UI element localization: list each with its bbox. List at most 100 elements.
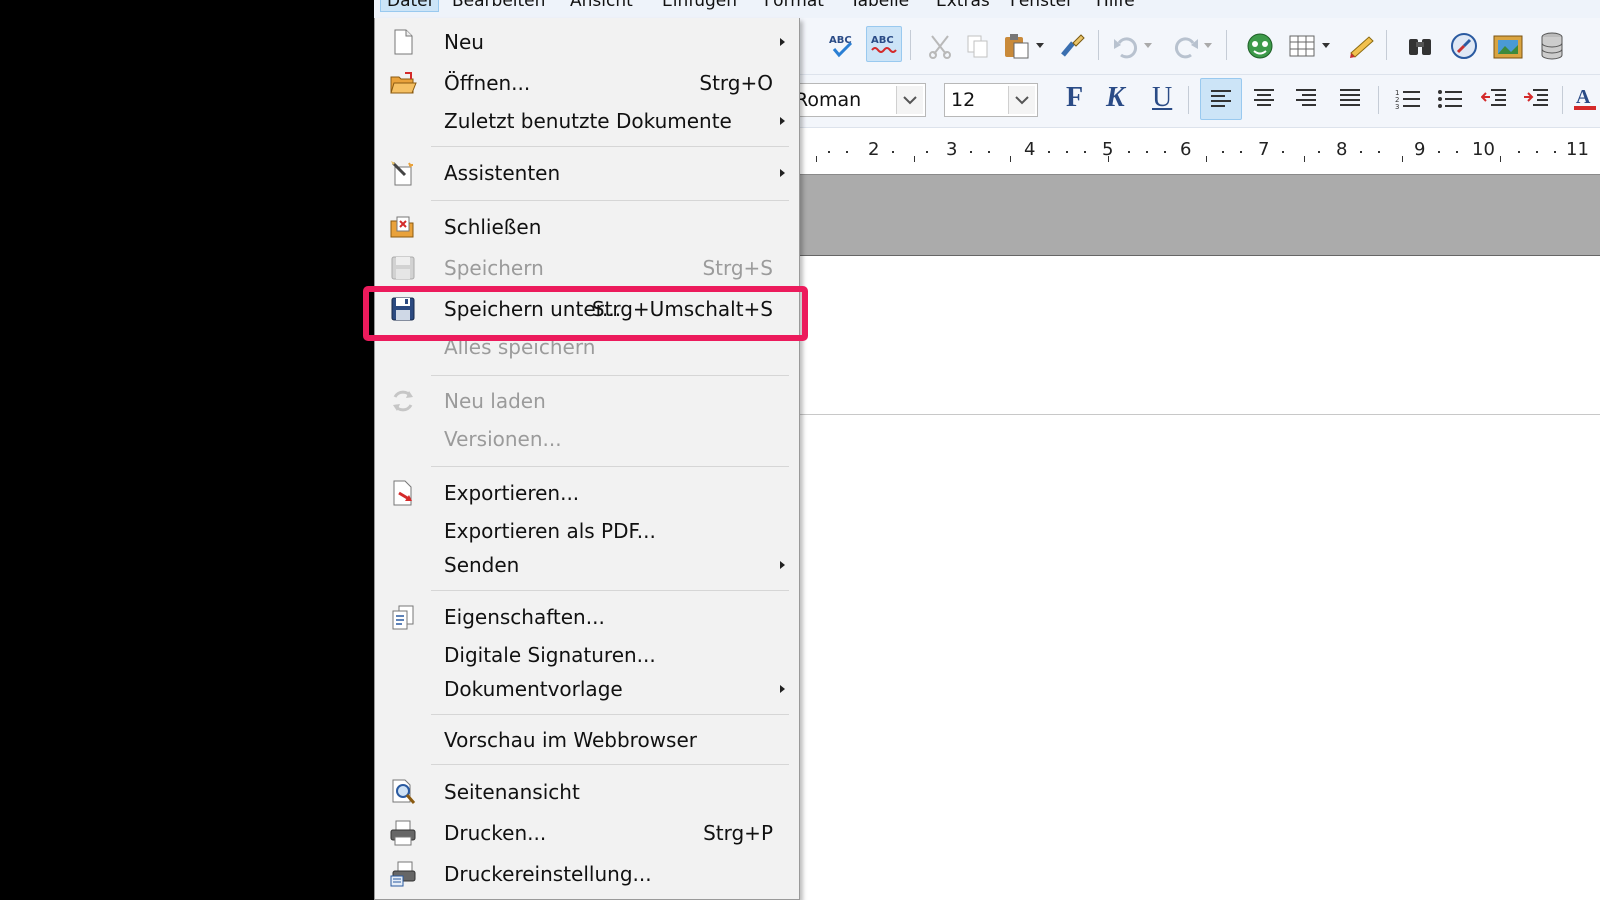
ruler-tick [816, 156, 817, 162]
close-document-icon [390, 216, 414, 238]
chevron-down-icon[interactable] [1008, 86, 1035, 114]
find-icon[interactable] [1402, 28, 1438, 64]
menu-item-assistenten[interactable]: Assistenten [375, 154, 799, 192]
database-icon[interactable] [1534, 28, 1570, 64]
draw-icon[interactable] [1344, 28, 1380, 64]
ruler-dot [828, 151, 830, 153]
image-icon[interactable] [1490, 28, 1526, 64]
clone-format-icon[interactable] [1054, 28, 1090, 64]
menu-bearbeiten[interactable]: Bearbeiten [452, 0, 545, 11]
font-name-value: Roman [795, 89, 862, 111]
page-preview-icon [392, 779, 416, 804]
spellcheck-icon[interactable]: ABC [824, 28, 860, 64]
table-icon[interactable] [1284, 28, 1320, 64]
submenu-arrow-icon [780, 561, 785, 569]
italic-button[interactable]: K [1106, 82, 1125, 114]
menu-item-zuletzt-benutzte-dokumente[interactable]: Zuletzt benutzte Dokumente [375, 102, 799, 140]
menu-hilfe[interactable]: Hilfe [1096, 0, 1135, 11]
menu-datei[interactable]: Datei [380, 0, 440, 12]
navigator-icon[interactable] [1242, 28, 1278, 64]
highlight-box [363, 286, 808, 341]
menu-item-schliessen[interactable]: Schließen [375, 208, 799, 246]
submenu-arrow-icon [780, 117, 785, 125]
standard-toolbar: ABC ABC [798, 18, 1600, 75]
menu-item-label: Dokumentvorlage [444, 677, 623, 701]
ruler-tick [1010, 156, 1011, 162]
menu-item-shortcut: Strg+P [703, 821, 773, 845]
menu-einfuegen[interactable]: Einfügen [662, 0, 737, 11]
font-name-combo[interactable]: Roman [788, 83, 926, 117]
bold-button[interactable]: F [1066, 82, 1083, 114]
ruler-number: 9 [1414, 139, 1426, 160]
ruler-number: 6 [1180, 139, 1192, 160]
menu-item-label: Druckereinstellung... [444, 862, 652, 886]
autospellcheck-icon[interactable]: ABC [866, 26, 902, 62]
menu-fenster[interactable]: Fenster [1010, 0, 1073, 11]
menu-tabelle[interactable]: Tabelle [850, 0, 909, 11]
menu-item-neu[interactable]: Neu [375, 23, 799, 61]
export-icon [393, 480, 412, 506]
horizontal-ruler[interactable]: 2 3 4 5 6 7 8 9 10 11 [798, 128, 1600, 176]
increase-indent-icon[interactable] [1518, 80, 1554, 116]
menu-item-shortcut: Strg+S [702, 256, 773, 280]
table-dropdown-icon[interactable] [1316, 28, 1336, 64]
submenu-arrow-icon [780, 38, 785, 46]
ruler-dot [1518, 151, 1520, 153]
menubar: Datei Bearbeiten Ansicht Einfügen Format… [374, 0, 1600, 19]
menu-item-label: Neu laden [444, 389, 546, 413]
cut-icon[interactable] [922, 28, 958, 64]
redo-dropdown-icon[interactable] [1198, 28, 1218, 64]
copy-icon[interactable] [960, 28, 996, 64]
printer-settings-icon [390, 861, 416, 887]
menu-item-label: Neu [444, 30, 484, 54]
menu-item-digitale-signaturen[interactable]: Digitale Signaturen... [375, 636, 799, 674]
properties-icon [392, 605, 414, 630]
ruler-dot [892, 151, 894, 153]
paste-icon[interactable] [998, 28, 1034, 64]
ruler-dot [1084, 151, 1086, 153]
font-size-combo[interactable]: 12 [944, 83, 1038, 117]
align-left-button[interactable] [1200, 78, 1242, 120]
bullets-icon[interactable] [1432, 80, 1468, 116]
menu-item-druckereinstellung[interactable]: Druckereinstellung... [375, 855, 799, 893]
toolbar-separator [1386, 30, 1387, 60]
toolbar-separator [1378, 86, 1379, 114]
svg-text:3: 3 [1395, 103, 1399, 109]
undo-dropdown-icon[interactable] [1138, 28, 1158, 64]
wizard-icon [391, 161, 413, 186]
underline-button[interactable]: U [1152, 82, 1172, 114]
menu-ansicht[interactable]: Ansicht [570, 0, 633, 11]
ruler-dot [1318, 151, 1320, 153]
menu-format[interactable]: Format [764, 0, 824, 11]
menu-item-label: Exportieren... [444, 481, 580, 505]
menu-item-dokumentvorlage[interactable]: Dokumentvorlage [375, 670, 799, 708]
chevron-down-icon[interactable] [896, 86, 923, 114]
ruler-number: 8 [1336, 139, 1348, 160]
align-right-button[interactable] [1288, 80, 1324, 116]
menu-item-senden[interactable]: Senden [375, 546, 799, 584]
ruler-dot [970, 151, 972, 153]
menu-item-seitenansicht[interactable]: Seitenansicht [375, 773, 799, 811]
align-center-button[interactable] [1246, 80, 1282, 116]
menu-item-exportieren[interactable]: Exportieren... [375, 474, 799, 512]
menu-item-oeffnen[interactable]: Öffnen... Strg+O [375, 64, 799, 102]
justify-button[interactable] [1332, 80, 1368, 116]
menu-item-shortcut: Strg+O [699, 71, 773, 95]
gallery-icon[interactable] [1446, 28, 1482, 64]
text-boundary-line [798, 414, 1600, 415]
decrease-indent-icon[interactable] [1476, 80, 1512, 116]
submenu-arrow-icon [780, 685, 785, 693]
numbering-icon[interactable]: 123 [1390, 80, 1426, 116]
menu-item-exportieren-als-pdf[interactable]: Exportieren als PDF... [375, 512, 799, 550]
menu-item-eigenschaften[interactable]: Eigenschaften... [375, 598, 799, 636]
ruler-dot [1146, 151, 1148, 153]
paste-dropdown-icon[interactable] [1030, 28, 1050, 64]
menu-item-vorschau-im-webbrowser[interactable]: Vorschau im Webbrowser [375, 721, 799, 759]
font-color-icon[interactable]: A [1570, 80, 1600, 116]
menu-item-drucken[interactable]: Drucken... Strg+P [375, 814, 799, 852]
menu-item-label: Öffnen... [444, 71, 531, 95]
menu-extras[interactable]: Extras [936, 0, 990, 11]
ruler-dot [1164, 151, 1166, 153]
ruler-number: 3 [946, 139, 958, 160]
ruler-dot [1222, 151, 1224, 153]
